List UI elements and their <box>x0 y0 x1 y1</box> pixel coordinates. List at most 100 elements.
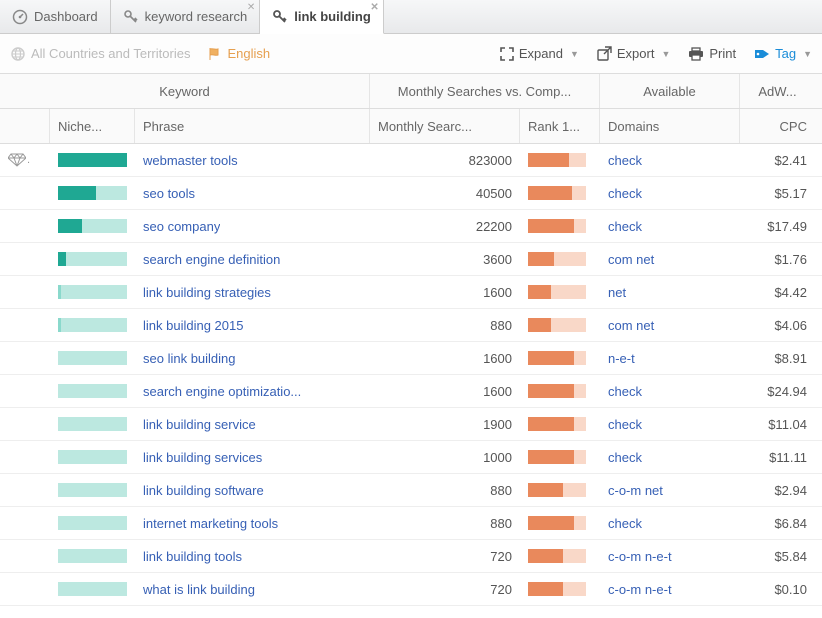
cpc-cell: $5.17 <box>740 177 815 209</box>
header-keyword-group[interactable]: Keyword <box>0 74 370 108</box>
table-row[interactable]: link building 2015880com net$4.06 <box>0 309 822 342</box>
domains-cell: c-o-m net <box>600 474 740 506</box>
table-row[interactable]: seo link building1600n-e-t$8.91 <box>0 342 822 375</box>
language-label: English <box>227 46 270 61</box>
domain-link[interactable]: check <box>608 450 642 465</box>
rank-bar <box>528 186 586 200</box>
print-button[interactable]: Print <box>688 46 736 61</box>
rank-bar <box>528 285 586 299</box>
tab-link-building[interactable]: link building ✕ <box>260 0 384 34</box>
tag-button[interactable]: Tag ▼ <box>754 46 812 61</box>
domain-link[interactable]: c-o-m n-e-t <box>608 582 672 597</box>
export-button[interactable]: Export ▼ <box>597 46 671 61</box>
searches-value: 720 <box>490 549 512 564</box>
phrase-link[interactable]: link building 2015 <box>143 318 243 333</box>
table-row[interactable]: what is link building720c-o-m n-e-t$0.10 <box>0 573 822 606</box>
domain-link[interactable]: net <box>608 285 626 300</box>
phrase-cell: link building software <box>135 474 370 506</box>
rank-bar <box>528 516 586 530</box>
close-icon[interactable]: ✕ <box>370 2 378 13</box>
niche-cell <box>50 507 135 539</box>
domain-link[interactable]: n-e-t <box>608 351 635 366</box>
rank-bar <box>528 252 586 266</box>
domain-link[interactable]: check <box>608 516 642 531</box>
tag-label: Tag <box>775 46 796 61</box>
cpc-value: $5.84 <box>774 549 807 564</box>
domain-link[interactable]: check <box>608 384 642 399</box>
searches-value: 720 <box>490 582 512 597</box>
phrase-link[interactable]: link building service <box>143 417 256 432</box>
column-header: Niche... Phrase Monthly Searc... Rank 1.… <box>0 109 822 144</box>
table-row[interactable]: search engine definition3600com net$1.76 <box>0 243 822 276</box>
rank-bar <box>528 318 586 332</box>
domain-link[interactable]: check <box>608 186 642 201</box>
domains-cell: check <box>600 177 740 209</box>
table-row[interactable]: link building strategies1600net$4.42 <box>0 276 822 309</box>
tab-dashboard[interactable]: Dashboard <box>0 0 111 33</box>
phrase-link[interactable]: seo company <box>143 219 220 234</box>
phrase-link[interactable]: search engine optimizatio... <box>143 384 301 399</box>
table-row[interactable]: link building services1000check$11.11 <box>0 441 822 474</box>
table-row[interactable]: internet marketing tools 880 check $6.84 <box>0 507 822 540</box>
header-niche[interactable]: Niche... <box>50 109 135 143</box>
table-row[interactable]: link building tools 720 c-o-m n-e-t $5.84 <box>0 540 822 573</box>
header-monthly-group[interactable]: Monthly Searches vs. Comp... <box>370 74 600 108</box>
phrase-link[interactable]: search engine definition <box>143 252 280 267</box>
phrase-link[interactable]: internet marketing tools <box>143 516 278 531</box>
diamond-cell <box>0 309 50 341</box>
phrase-link[interactable]: link building tools <box>143 549 242 564</box>
header-adw[interactable]: AdW... <box>740 74 815 108</box>
diamond-cell <box>0 342 50 374</box>
niche-bar <box>58 219 127 233</box>
searches-cell: 1900 <box>370 408 520 440</box>
countries-filter[interactable]: All Countries and Territories <box>10 46 190 62</box>
niche-cell <box>50 375 135 407</box>
table-row[interactable]: link building service 1900 check $11.04 <box>0 408 822 441</box>
phrase-link[interactable]: webmaster tools <box>143 153 238 168</box>
cpc-value: $8.91 <box>774 351 807 366</box>
phrase-link[interactable]: link building strategies <box>143 285 271 300</box>
header-phrase[interactable]: Phrase <box>135 109 370 143</box>
domains-cell: com net <box>600 309 740 341</box>
table-row[interactable]: seo company22200check$17.49 <box>0 210 822 243</box>
table-row[interactable]: search engine optimizatio...1600check$24… <box>0 375 822 408</box>
table-row[interactable]: seo tools40500check$5.17 <box>0 177 822 210</box>
niche-bar <box>58 285 127 299</box>
domain-link[interactable]: c-o-m net <box>608 483 663 498</box>
domain-link[interactable]: com net <box>608 318 654 333</box>
header-available[interactable]: Available <box>600 74 740 108</box>
phrase-link[interactable]: what is link building <box>143 582 255 597</box>
close-icon[interactable]: ✕ <box>247 2 255 13</box>
domain-link[interactable]: c-o-m n-e-t <box>608 549 672 564</box>
language-filter[interactable]: English <box>208 46 270 61</box>
niche-cell <box>50 144 135 176</box>
phrase-link[interactable]: link building services <box>143 450 262 465</box>
phrase-cell: search engine definition <box>135 243 370 275</box>
table-row[interactable]: link building software880c-o-m net$2.94 <box>0 474 822 507</box>
tab-keyword-research[interactable]: keyword research ✕ <box>111 0 261 33</box>
domain-link[interactable]: check <box>608 417 642 432</box>
phrase-cell: seo tools <box>135 177 370 209</box>
header-cpc[interactable]: CPC <box>740 109 815 143</box>
searches-value: 1600 <box>483 285 512 300</box>
cpc-value: $6.84 <box>774 516 807 531</box>
phrase-link[interactable]: seo tools <box>143 186 195 201</box>
key-icon <box>272 9 288 25</box>
header-rank[interactable]: Rank 1... <box>520 109 600 143</box>
searches-value: 880 <box>490 516 512 531</box>
tab-label: Dashboard <box>34 9 98 24</box>
header-diamond[interactable] <box>0 109 50 143</box>
domain-link[interactable]: check <box>608 219 642 234</box>
header-domains[interactable]: Domains <box>600 109 740 143</box>
expand-button[interactable]: Expand ▼ <box>500 46 579 61</box>
header-monthly[interactable]: Monthly Searc... <box>370 109 520 143</box>
phrase-link[interactable]: link building software <box>143 483 264 498</box>
cpc-value: $11.04 <box>768 417 807 432</box>
phrase-cell: what is link building <box>135 573 370 605</box>
phrase-link[interactable]: seo link building <box>143 351 236 366</box>
table-row[interactable]: .webmaster tools823000check$2.41 <box>0 144 822 177</box>
domain-link[interactable]: com net <box>608 252 654 267</box>
rank-bar <box>528 153 586 167</box>
domain-link[interactable]: check <box>608 153 642 168</box>
phrase-cell: internet marketing tools <box>135 507 370 539</box>
